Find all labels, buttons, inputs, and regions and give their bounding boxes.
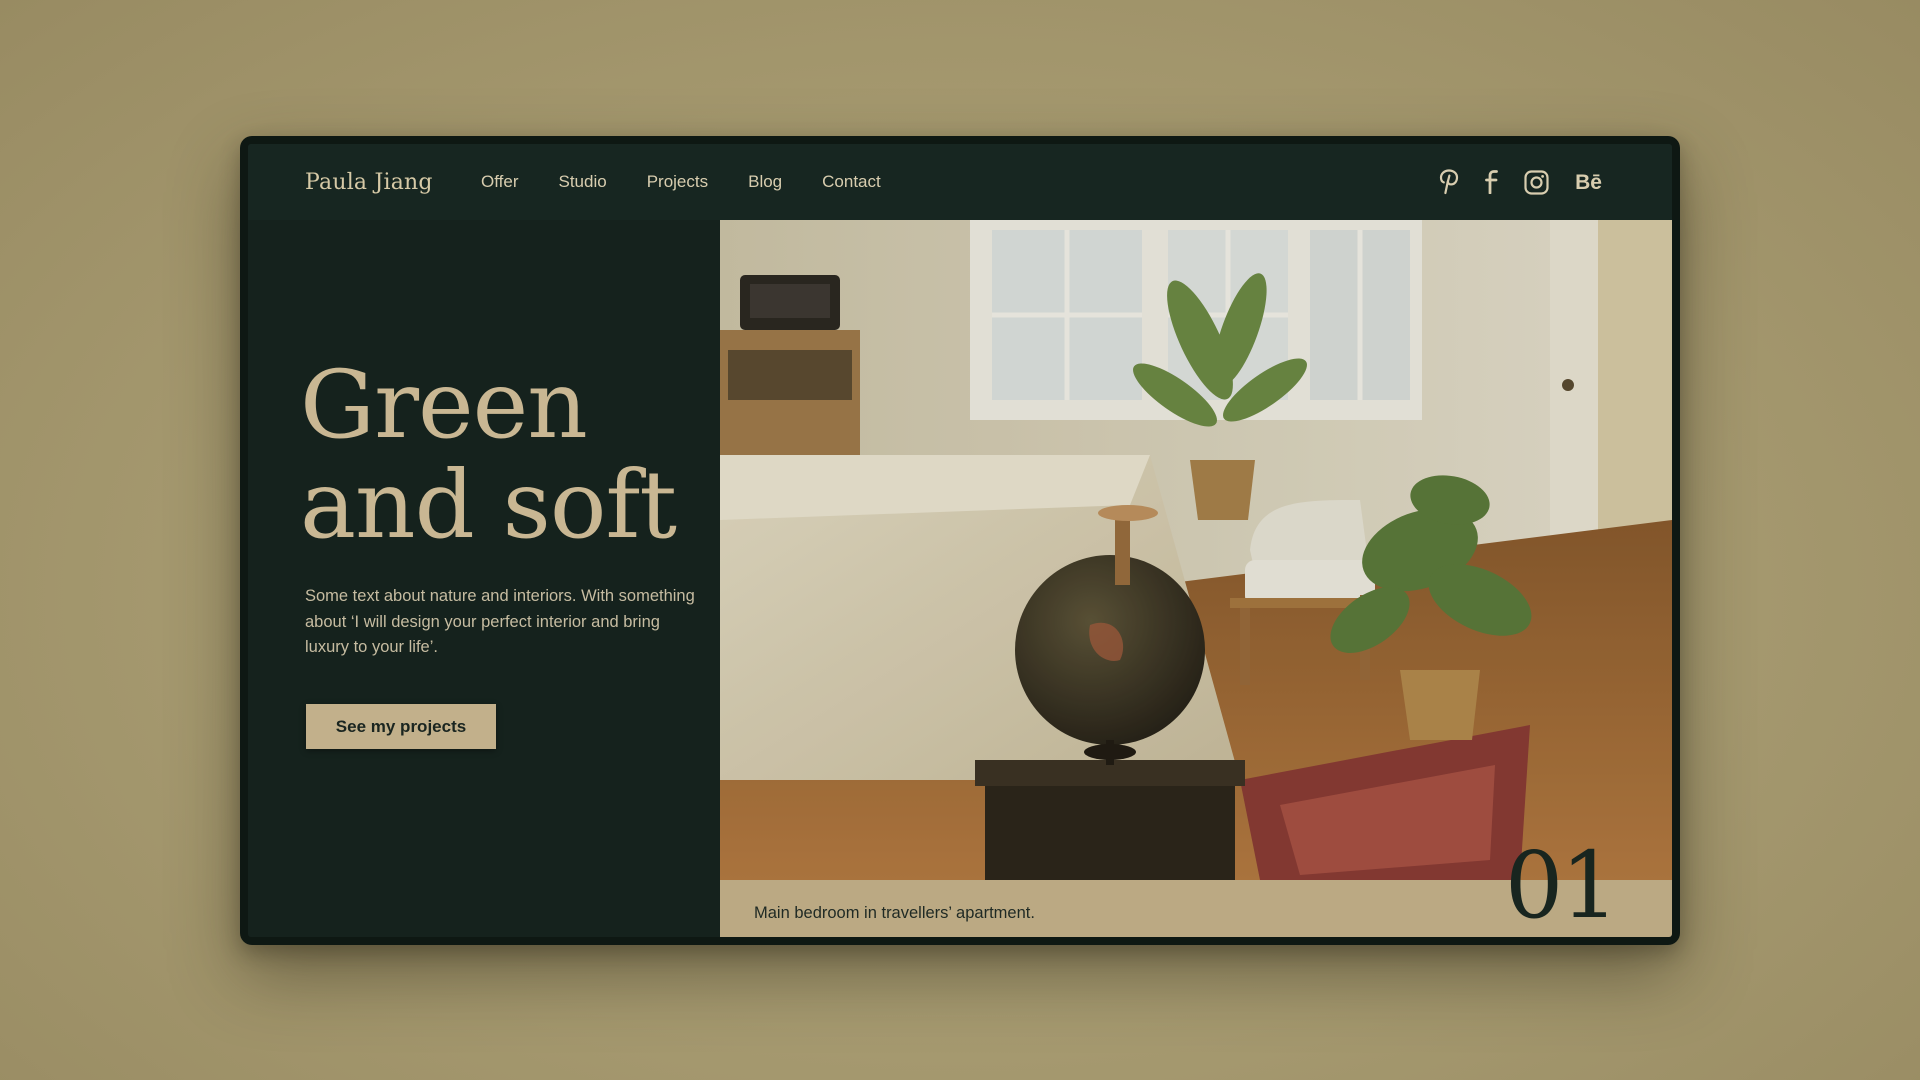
headline-line-1: Green [300,351,588,460]
nav-studio[interactable]: Studio [558,172,606,192]
see-projects-button[interactable]: See my projects [306,704,496,749]
headline-line-2: and soft [300,451,677,560]
bedroom-photo [720,220,1672,880]
hero-text-panel: Green and soft Some text about nature an… [248,220,720,937]
slide-caption-bar: Main bedroom in travellers’ apartment. 0… [720,840,1672,937]
main-menu: Offer Studio Projects Blog Contact [481,144,881,220]
social-links: Bē [1439,144,1602,220]
slide-number: 01 [1504,832,1619,937]
website-screen: Paula Jiang Offer Studio Projects Blog C… [248,144,1672,937]
nav-projects[interactable]: Projects [647,172,708,192]
hero-description: Some text about nature and interiors. Wi… [305,587,695,656]
photo-caption: Main bedroom in travellers’ apartment. [754,904,1035,922]
hero-headline: Green and soft [300,351,677,560]
behance-icon[interactable]: Bē [1575,172,1602,193]
pinterest-icon[interactable] [1439,169,1459,195]
nav-blog[interactable]: Blog [748,172,782,192]
facebook-icon[interactable] [1485,170,1499,194]
top-navigation: Paula Jiang Offer Studio Projects Blog C… [248,144,1672,220]
nav-contact[interactable]: Contact [822,172,881,192]
brand-logo[interactable]: Paula Jiang [305,170,433,195]
instagram-icon[interactable] [1524,169,1549,195]
device-frame: Paula Jiang Offer Studio Projects Blog C… [240,136,1680,945]
nav-offer[interactable]: Offer [481,172,518,192]
